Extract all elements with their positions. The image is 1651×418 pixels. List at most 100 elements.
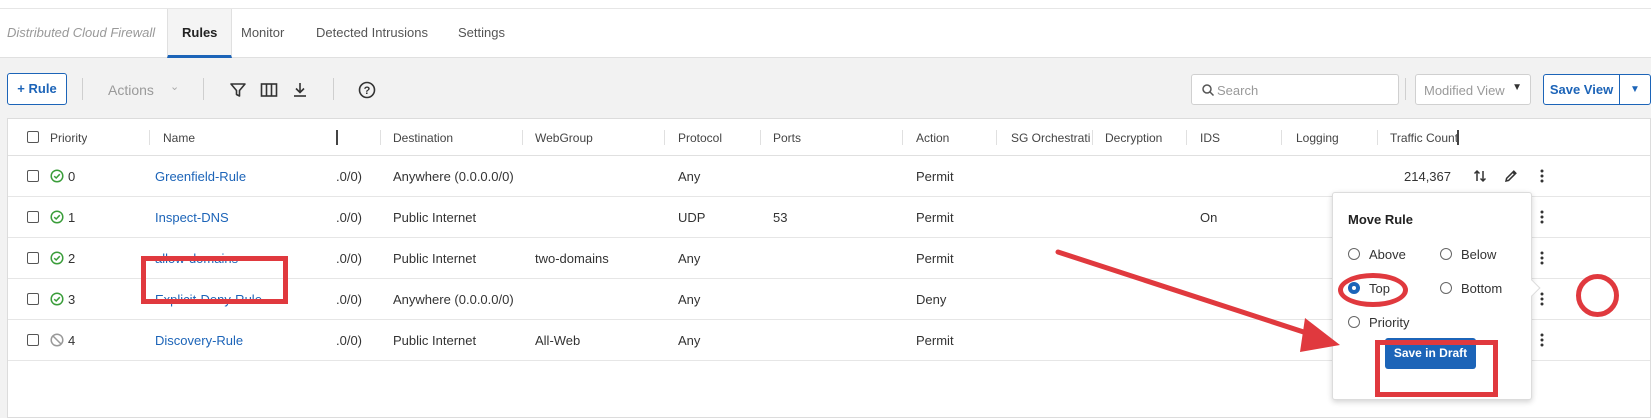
protocol-cell: Any [678,292,701,307]
save-view-menu-button[interactable]: ▼ [1619,74,1651,105]
column-header-priority[interactable]: Priority [50,131,87,145]
radio-below[interactable] [1440,248,1452,260]
popover-title: Move Rule [1348,212,1414,227]
add-rule-label: Rule [28,81,57,96]
tab-rules[interactable]: Rules [167,9,233,58]
radio-priority[interactable] [1348,316,1360,328]
priority-cell: 3 [68,292,76,307]
row-checkbox[interactable] [27,211,39,223]
toolbar-divider [1405,78,1406,100]
chevron-down-icon: ▼ [1630,84,1640,95]
radio-bottom[interactable] [1440,282,1452,294]
radio-above[interactable] [1348,248,1360,260]
tab-settings[interactable]: Settings [444,9,519,58]
top-nav: Distributed Cloud Firewall Rules Monitor… [0,8,1651,58]
more-vertical-icon[interactable] [1534,168,1550,184]
toolbar-divider [333,78,334,100]
help-icon[interactable]: ? [357,80,377,100]
rule-name-link[interactable]: Greenfield-Rule [155,169,246,184]
column-divider [1092,130,1093,145]
more-vertical-icon[interactable] [1534,209,1550,225]
column-header-ids[interactable]: IDS [1200,131,1220,145]
annotation-box-save-draft [1375,340,1498,397]
save-view-button[interactable]: Save View [1543,74,1620,105]
move-icon[interactable] [1472,168,1488,184]
priority-cell: 4 [68,333,76,348]
ports-cell: 53 [773,210,788,225]
rule-name-link[interactable]: Inspect-DNS [155,210,229,225]
column-header-decryption[interactable]: Decryption [1105,131,1162,145]
column-header-webgroup[interactable]: WebGroup [535,131,593,145]
table-row[interactable]: 0 Greenfield-Rule .0/0) Anywhere (0.0.0.… [8,156,1650,197]
action-cell: Permit [916,169,954,184]
tab-detected-intrusions[interactable]: Detected Intrusions [302,9,442,58]
column-header-action[interactable]: Action [916,131,949,145]
app-title: Distributed Cloud Firewall [7,25,156,40]
column-resize-handle[interactable] [336,130,338,145]
radio-label-above[interactable]: Above [1369,247,1406,262]
action-cell: Deny [916,292,947,307]
toolbar-divider [82,78,83,100]
protocol-cell: UDP [678,210,706,225]
column-divider [760,130,761,145]
priority-cell: 1 [68,210,76,225]
webgroup-cell: All-Web [535,333,581,348]
column-divider [149,130,150,145]
action-cell: Permit [916,251,954,266]
columns-icon[interactable] [259,80,279,100]
protocol-cell: Any [678,169,701,184]
column-resize-handle[interactable] [1457,130,1459,145]
radio-label-priority[interactable]: Priority [1369,315,1409,330]
check-circle-icon [50,292,64,306]
search-input[interactable]: Search [1191,74,1399,105]
column-header-ports[interactable]: Ports [773,131,801,145]
column-header-protocol[interactable]: Protocol [678,131,722,145]
actions-dropdown[interactable]: Actions [108,82,154,98]
column-header-logging[interactable]: Logging [1296,131,1339,145]
column-divider [522,130,523,145]
tab-monitor[interactable]: Monitor [227,9,298,58]
source-cell: .0/0) [336,251,363,266]
source-cell: .0/0) [336,333,363,348]
destination-cell: Public Internet [393,210,477,225]
row-checkbox[interactable] [27,293,39,305]
column-header-traffic-count[interactable]: Traffic Count [1390,131,1458,145]
column-header-destination[interactable]: Destination [393,131,453,145]
webgroup-cell: two-domains [535,251,609,266]
action-cell: Permit [916,210,954,225]
radio-label-below[interactable]: Below [1461,247,1496,262]
column-header-name[interactable]: Name [163,131,195,145]
annotation-box-rule-name [141,256,288,304]
row-checkbox[interactable] [27,252,39,264]
download-icon[interactable] [290,80,310,100]
more-vertical-icon[interactable] [1534,250,1550,266]
rule-name-link[interactable]: Discovery-Rule [155,333,243,348]
more-vertical-icon[interactable] [1534,291,1550,307]
source-cell: .0/0) [336,169,363,184]
protocol-cell: Any [678,251,701,266]
table-header: Priority Name Destination WebGroup Proto… [8,119,1650,156]
source-cell: .0/0) [336,292,363,307]
priority-cell: 0 [68,169,76,184]
disabled-icon [50,333,64,347]
search-placeholder: Search [1217,83,1259,98]
select-all-checkbox[interactable] [27,131,39,143]
column-header-sg-orchestration[interactable]: SG Orchestration [1011,131,1090,145]
check-circle-icon [50,169,64,183]
view-select[interactable]: Modified View ▼ [1415,74,1531,105]
filter-icon[interactable] [228,80,248,100]
plus-icon: + [17,81,25,96]
chevron-down-icon: ▼ [1512,82,1522,93]
radio-label-bottom[interactable]: Bottom [1461,281,1502,296]
destination-cell: Public Internet [393,251,477,266]
edit-pencil-icon[interactable] [1503,168,1519,184]
svg-text:?: ? [364,85,371,97]
destination-cell: Anywhere (0.0.0.0/0) [393,292,514,307]
add-rule-button[interactable]: + Rule [7,73,67,105]
column-divider [1186,130,1187,145]
row-checkbox[interactable] [27,334,39,346]
more-vertical-icon[interactable] [1534,332,1550,348]
row-checkbox[interactable] [27,170,39,182]
view-select-value: Modified View [1424,83,1505,98]
column-divider [1377,130,1378,145]
